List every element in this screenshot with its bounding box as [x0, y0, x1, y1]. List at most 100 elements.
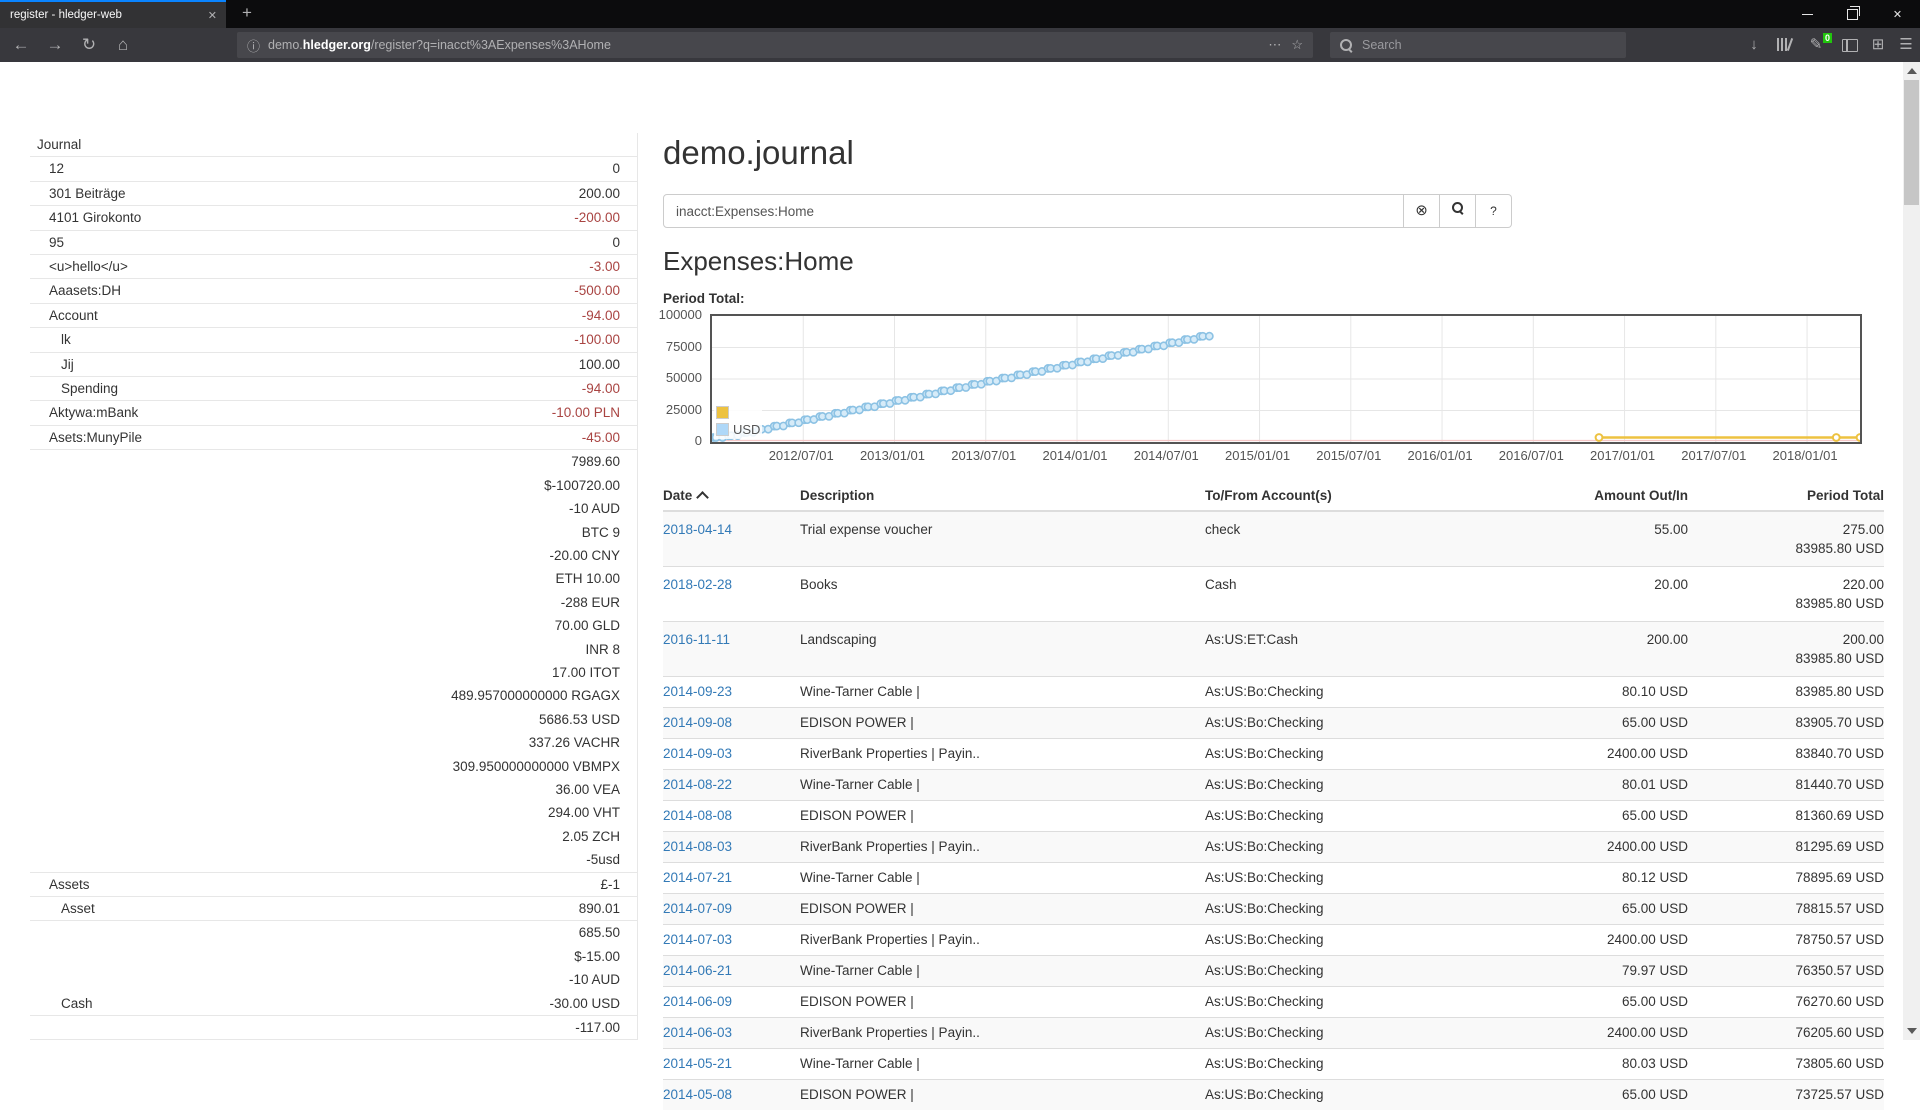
scroll-down-icon[interactable]	[1907, 1028, 1917, 1034]
reload-button[interactable]: ↻	[74, 28, 104, 62]
transaction-amount: 80.12 USD	[1468, 863, 1688, 894]
account-link[interactable]: Spending	[30, 377, 582, 400]
tab-close-icon[interactable]: ✕	[208, 9, 217, 22]
account-link[interactable]: Account	[30, 304, 582, 327]
scroll-up-icon[interactable]	[1907, 68, 1917, 74]
sidebar-account-row[interactable]: Spending -94.00	[30, 377, 637, 401]
account-link[interactable]: 95	[30, 231, 612, 254]
sidebar-account-row[interactable]: 7989.60$-100720.00-10 AUDBTC 9-20.00 CNY…	[30, 450, 637, 872]
account-link[interactable]: 4101 Girokonto	[30, 206, 574, 229]
new-tab-button[interactable]: +	[232, 0, 262, 28]
extension-icon[interactable]: ✎0	[1802, 28, 1830, 62]
account-link[interactable]: 301 Beiträge	[30, 182, 579, 205]
account-link[interactable]: Aktywa:mBank	[30, 401, 552, 424]
account-link[interactable]: Jij	[30, 353, 579, 376]
period-total-chart[interactable]	[710, 314, 1862, 444]
account-balance: 100.00	[579, 353, 637, 376]
submit-query-button[interactable]	[1440, 194, 1476, 228]
register-row: 2014-08-08 EDISON POWER | As:US:Bo:Check…	[663, 801, 1884, 832]
account-balance: 0	[612, 231, 637, 254]
sidebar-account-row[interactable]: Cash 685.50$-15.00-10 AUD-30.00 USD	[30, 921, 637, 1016]
account-link[interactable]: lk	[30, 328, 574, 351]
sidebar-toggle-icon[interactable]	[1836, 28, 1864, 62]
forward-button[interactable]: →	[40, 28, 70, 62]
browser-search-input[interactable]	[1360, 37, 1584, 53]
transaction-date-link[interactable]: 2018-02-28	[663, 577, 732, 592]
query-input[interactable]	[663, 194, 1404, 228]
sidebar-account-row[interactable]: 95 0	[30, 231, 637, 255]
account-link[interactable]: Journal	[30, 133, 620, 156]
sidebar-account-row[interactable]: Aaasets:DH -500.00	[30, 279, 637, 303]
url-bar[interactable]: ⓘ demo.hledger.org/register?q=inacct%3AE…	[237, 32, 1313, 58]
account-link[interactable]: Cash	[30, 992, 549, 1015]
transaction-date-link[interactable]: 2014-09-23	[663, 684, 732, 699]
menu-icon[interactable]: ☰	[1892, 28, 1920, 62]
transaction-account: check	[1205, 511, 1468, 567]
sidebar-account-row[interactable]: -117.00	[30, 1016, 637, 1040]
downloads-icon[interactable]: ↓	[1740, 28, 1768, 62]
transaction-date-link[interactable]: 2014-07-21	[663, 870, 732, 885]
transaction-date-link[interactable]: 2014-05-21	[663, 1056, 732, 1071]
transaction-description: EDISON POWER |	[800, 894, 1205, 925]
register-row: 2014-09-23 Wine-Tarner Cable | As:US:Bo:…	[663, 677, 1884, 708]
transaction-date-link[interactable]: 2014-09-08	[663, 715, 732, 730]
register-row: 2014-05-21 Wine-Tarner Cable | As:US:Bo:…	[663, 1049, 1884, 1080]
account-link[interactable]: <u>hello</u>	[30, 255, 589, 278]
transaction-date-link[interactable]: 2014-05-08	[663, 1087, 732, 1102]
sidebar-account-row[interactable]: <u>hello</u> -3.00	[30, 255, 637, 279]
transaction-date-link[interactable]: 2014-08-03	[663, 839, 732, 854]
transaction-period-total: 76205.60 USD	[1688, 1018, 1884, 1049]
window-maximize-button[interactable]	[1830, 0, 1875, 28]
site-info-icon[interactable]: ⓘ	[247, 36, 260, 55]
clear-query-button[interactable]: ⊗	[1404, 194, 1440, 228]
account-link[interactable]: 12	[30, 157, 612, 180]
transaction-description: Wine-Tarner Cable |	[800, 1049, 1205, 1080]
addons-icon[interactable]: ⊞	[1864, 28, 1892, 62]
sidebar-account-row[interactable]: Account -94.00	[30, 304, 637, 328]
bookmark-star-icon[interactable]: ☆	[1291, 37, 1303, 53]
transaction-date-link[interactable]: 2014-08-08	[663, 808, 732, 823]
account-link[interactable]: Aaasets:DH	[30, 279, 574, 302]
sidebar-account-row[interactable]: Journal	[30, 133, 637, 157]
window-minimize-button[interactable]	[1785, 0, 1830, 28]
sidebar-account-row[interactable]: Assets £-1	[30, 873, 637, 897]
browser-search-bar[interactable]	[1330, 32, 1626, 58]
transaction-date-link[interactable]: 2014-06-03	[663, 1025, 732, 1040]
home-button[interactable]: ⌂	[108, 28, 138, 62]
account-link[interactable]: Assets	[30, 873, 600, 896]
register-row: 2014-07-03 RiverBank Properties | Payin.…	[663, 925, 1884, 956]
scrollbar-thumb[interactable]	[1904, 80, 1919, 205]
sidebar-account-row[interactable]: Asset 890.01	[30, 897, 637, 921]
page-scrollbar[interactable]	[1903, 62, 1920, 1040]
transaction-period-total: 83905.70 USD	[1688, 708, 1884, 739]
sidebar-account-row[interactable]: 301 Beiträge 200.00	[30, 182, 637, 206]
transaction-date-link[interactable]: 2014-07-09	[663, 901, 732, 916]
transaction-date-link[interactable]: 2014-08-22	[663, 777, 732, 792]
help-button[interactable]: ?	[1476, 194, 1512, 228]
sidebar-account-row[interactable]: 12 0	[30, 157, 637, 181]
transaction-date-link[interactable]: 2016-11-11	[663, 632, 730, 647]
page-actions-icon[interactable]: ⋯	[1268, 37, 1281, 53]
library-icon[interactable]	[1770, 28, 1798, 62]
transaction-amount: 2400.00 USD	[1468, 739, 1688, 770]
account-link[interactable]: Asets:MunyPile	[30, 426, 582, 449]
transaction-description: RiverBank Properties | Payin..	[800, 925, 1205, 956]
transaction-date-link[interactable]: 2018-04-14	[663, 522, 732, 537]
window-close-button[interactable]: ✕	[1875, 0, 1920, 28]
sidebar-account-row[interactable]: 4101 Girokonto -200.00	[30, 206, 637, 230]
transaction-date-link[interactable]: 2014-07-03	[663, 932, 732, 947]
transaction-date-link[interactable]: 2014-06-09	[663, 994, 732, 1009]
x-tick-label: 2015/01/01	[1208, 448, 1308, 463]
browser-tab[interactable]: register - hledger-web ✕	[0, 0, 226, 28]
transaction-date-link[interactable]: 2014-06-21	[663, 963, 732, 978]
sidebar-account-row[interactable]: Jij 100.00	[30, 353, 637, 377]
account-link[interactable]: Asset	[30, 897, 579, 920]
sidebar-account-row[interactable]: lk -100.00	[30, 328, 637, 352]
sidebar-account-row[interactable]: Asets:MunyPile -45.00	[30, 426, 637, 450]
column-header-date[interactable]: Date	[663, 482, 800, 511]
y-tick-label: 25000	[642, 402, 702, 417]
transaction-amount: 2400.00 USD	[1468, 832, 1688, 863]
transaction-date-link[interactable]: 2014-09-03	[663, 746, 732, 761]
back-button[interactable]: ←	[6, 28, 36, 62]
sidebar-account-row[interactable]: Aktywa:mBank -10.00 PLN	[30, 401, 637, 425]
